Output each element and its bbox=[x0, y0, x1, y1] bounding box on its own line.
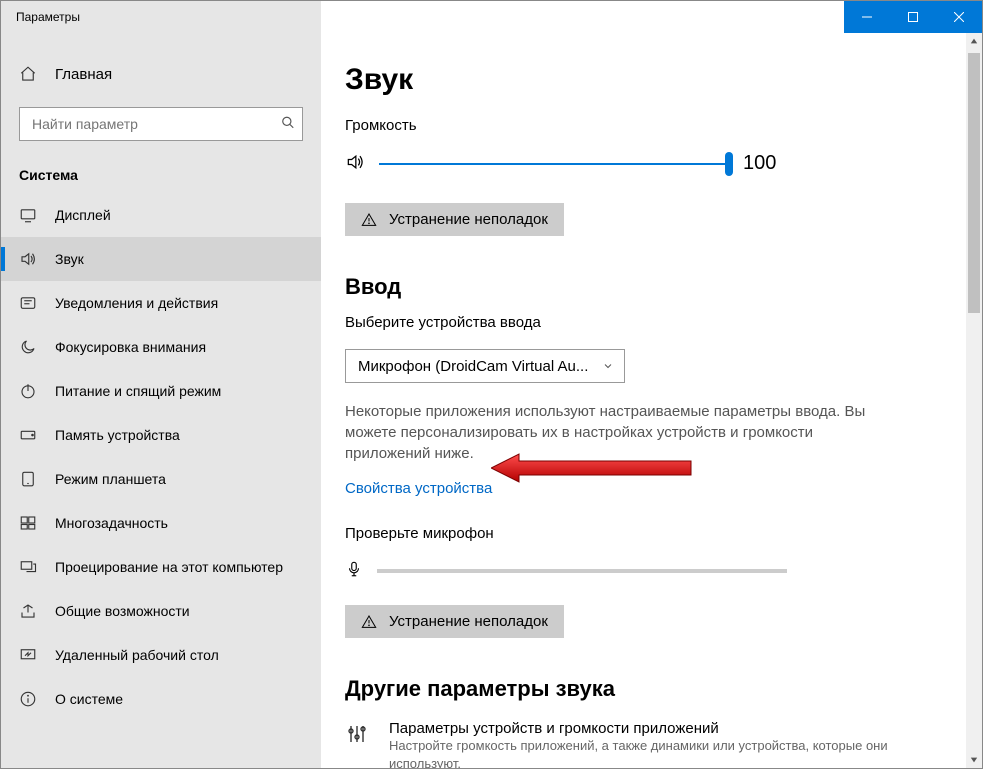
home-icon bbox=[19, 65, 37, 83]
speaker-icon[interactable] bbox=[345, 152, 365, 175]
choose-input-label: Выберите устройства ввода bbox=[345, 314, 895, 331]
notifications-icon bbox=[19, 294, 37, 312]
related-title: Параметры устройств и громкости приложен… bbox=[389, 720, 895, 737]
sidebar-item-label: Общие возможности bbox=[55, 603, 190, 619]
scroll-down-button[interactable] bbox=[966, 752, 982, 768]
sidebar-item-label: Питание и спящий режим bbox=[55, 383, 221, 399]
scroll-up-button[interactable] bbox=[966, 33, 982, 49]
sidebar-item-sound[interactable]: Звук bbox=[1, 237, 321, 281]
sidebar-item-tablet[interactable]: Режим планшета bbox=[1, 457, 321, 501]
sidebar-item-label: Фокусировка внимания bbox=[55, 339, 206, 355]
sidebar-item-notifications[interactable]: Уведомления и действия bbox=[1, 281, 321, 325]
sidebar-item-label: Дисплей bbox=[55, 207, 111, 223]
volume-value: 100 bbox=[743, 152, 776, 175]
search-input[interactable] bbox=[19, 107, 303, 141]
other-section-title: Другие параметры звука bbox=[345, 676, 895, 702]
volume-slider[interactable] bbox=[379, 154, 729, 174]
moon-icon bbox=[19, 338, 37, 356]
scroll-thumb[interactable] bbox=[968, 53, 980, 313]
device-properties-link[interactable]: Свойства устройства bbox=[345, 480, 492, 497]
sound-icon bbox=[19, 250, 37, 268]
sidebar-item-label: Память устройства bbox=[55, 427, 180, 443]
input-device-value: Микрофон (DroidCam Virtual Au... bbox=[358, 358, 588, 375]
troubleshoot-input-button[interactable]: Устранение неполадок bbox=[345, 605, 564, 638]
sidebar-item-label: Уведомления и действия bbox=[55, 295, 218, 311]
sidebar-item-label: Удаленный рабочий стол bbox=[55, 647, 219, 663]
sidebar-item-power[interactable]: Питание и спящий режим bbox=[1, 369, 321, 413]
chevron-down-icon bbox=[602, 360, 614, 372]
sidebar-item-label: Звук bbox=[55, 251, 84, 267]
sidebar-item-label: О системе bbox=[55, 691, 123, 707]
sidebar-item-label: Многозадачность bbox=[55, 515, 168, 531]
sidebar-item-about[interactable]: О системе bbox=[1, 677, 321, 721]
info-icon bbox=[19, 690, 37, 708]
window-controls bbox=[844, 1, 982, 33]
tablet-icon bbox=[19, 470, 37, 488]
minimize-button[interactable] bbox=[844, 1, 890, 33]
close-button[interactable] bbox=[936, 1, 982, 33]
sidebar-item-projecting[interactable]: Проецирование на этот компьютер bbox=[1, 545, 321, 589]
sidebar-item-shared[interactable]: Общие возможности bbox=[1, 589, 321, 633]
storage-icon bbox=[19, 426, 37, 444]
sidebar-item-focus[interactable]: Фокусировка внимания bbox=[1, 325, 321, 369]
sidebar-item-label: Проецирование на этот компьютер bbox=[55, 559, 283, 575]
warning-icon bbox=[361, 614, 377, 630]
sidebar-item-remote[interactable]: Удаленный рабочий стол bbox=[1, 633, 321, 677]
home-button[interactable]: Главная bbox=[1, 53, 321, 95]
microphone-icon bbox=[345, 560, 363, 581]
power-icon bbox=[19, 382, 37, 400]
button-label: Устранение неполадок bbox=[389, 211, 548, 228]
remote-icon bbox=[19, 646, 37, 664]
sidebar-item-display[interactable]: Дисплей bbox=[1, 193, 321, 237]
troubleshoot-output-button[interactable]: Устранение неполадок bbox=[345, 203, 564, 236]
home-label: Главная bbox=[55, 66, 112, 83]
category-header: Система bbox=[1, 153, 321, 193]
multitasking-icon bbox=[19, 514, 37, 532]
sidebar: Главная Система Дисплей Звук Уведомления… bbox=[1, 33, 321, 768]
projecting-icon bbox=[19, 558, 37, 576]
sidebar-item-label: Режим планшета bbox=[55, 471, 166, 487]
maximize-button[interactable] bbox=[890, 1, 936, 33]
page-title: Звук bbox=[345, 63, 895, 97]
window-title: Параметры bbox=[1, 1, 321, 33]
search-icon[interactable] bbox=[281, 116, 295, 133]
titlebar: Параметры bbox=[1, 1, 982, 33]
input-description: Некоторые приложения используют настраив… bbox=[345, 401, 895, 464]
warning-icon bbox=[361, 212, 377, 228]
mixer-icon bbox=[345, 720, 369, 768]
display-icon bbox=[19, 206, 37, 224]
button-label: Устранение неполадок bbox=[389, 613, 548, 630]
vertical-scrollbar[interactable] bbox=[966, 33, 982, 768]
mic-level-bar bbox=[377, 569, 787, 573]
sidebar-item-storage[interactable]: Память устройства bbox=[1, 413, 321, 457]
volume-label: Громкость bbox=[345, 117, 895, 134]
main-content: Звук Громкость 100 Устранение неполадок … bbox=[321, 33, 982, 768]
test-mic-label: Проверьте микрофон bbox=[345, 525, 895, 542]
sidebar-item-multitasking[interactable]: Многозадачность bbox=[1, 501, 321, 545]
input-device-select[interactable]: Микрофон (DroidCam Virtual Au... bbox=[345, 349, 625, 383]
app-volume-link[interactable]: Параметры устройств и громкости приложен… bbox=[345, 716, 895, 768]
shared-icon bbox=[19, 602, 37, 620]
input-section-title: Ввод bbox=[345, 274, 895, 300]
related-description: Настройте громкость приложений, а также … bbox=[389, 737, 895, 768]
